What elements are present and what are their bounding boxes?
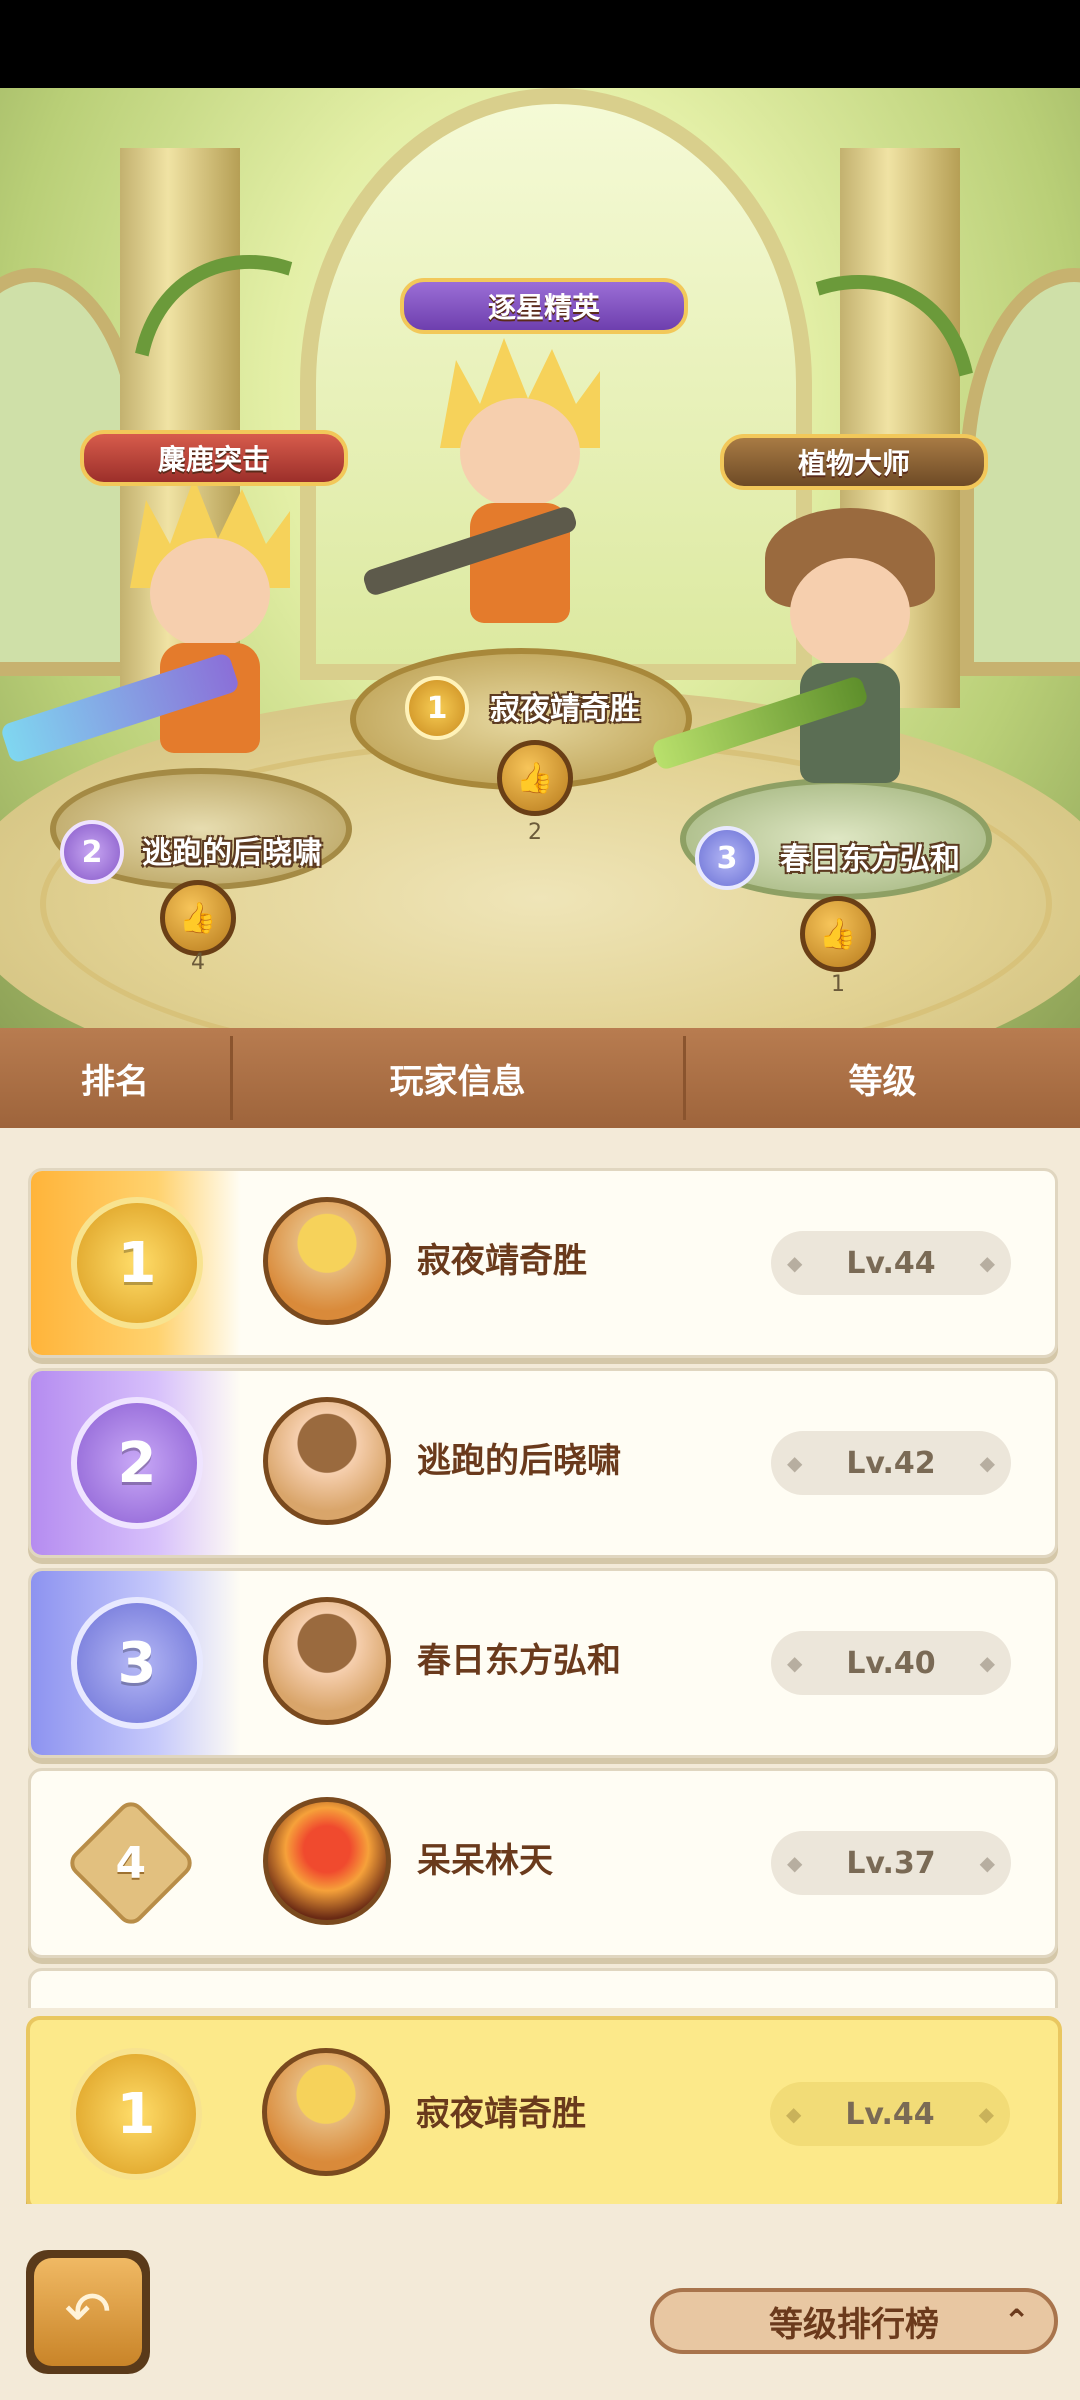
podium-rank-medal-third: 3: [695, 826, 759, 890]
back-button[interactable]: ↶: [26, 2250, 150, 2374]
player-name: 寂夜靖奇胜: [416, 2094, 586, 2134]
rank-number: 3: [716, 840, 738, 876]
diamond-icon: ◆: [787, 1651, 803, 1675]
level-pill: ◆ Lv.42 ◆: [771, 1431, 1011, 1495]
list-item[interactable]: 1 寂夜靖奇胜 ◆ Lv.44 ◆: [28, 1168, 1058, 1358]
thumbs-up-icon: 👍: [516, 760, 554, 796]
diamond-icon: ◆: [787, 1451, 803, 1475]
chevron-up-icon: ⌃: [1003, 2302, 1030, 2340]
list-item[interactable]: 4 呆呆林天 ◆ Lv.37 ◆: [28, 1768, 1058, 1958]
level-text: Lv.44: [845, 2096, 935, 2132]
avatar[interactable]: [263, 1397, 391, 1525]
like-button-first[interactable]: 👍: [497, 740, 573, 816]
ranking-header: 排名 玩家信息 等级: [0, 1028, 1080, 1128]
rank-number: 3: [117, 1630, 157, 1696]
level-text: Lv.44: [846, 1245, 936, 1281]
back-arrow-icon: ↶: [34, 2258, 142, 2366]
diamond-icon: ◆: [978, 2102, 994, 2126]
podium-name-second: 逃跑的后晓啸: [142, 836, 322, 871]
title-text: 植物大师: [797, 447, 910, 480]
player-name: 呆呆林天: [417, 1841, 553, 1881]
rank-number: 1: [116, 2081, 156, 2147]
like-button-third[interactable]: 👍: [800, 896, 876, 972]
rank-badge-gold: 1: [71, 1197, 203, 1329]
rank-number: 4: [115, 1837, 147, 1889]
list-item[interactable]: [28, 1968, 1058, 2008]
ranking-list[interactable]: 1 寂夜靖奇胜 ◆ Lv.44 ◆ 2 逃跑的后晓啸 ◆ Lv.42 ◆ 3 春…: [0, 1128, 1080, 2008]
status-bar: [0, 0, 1080, 88]
hero-second: [0, 478, 320, 798]
like-count-first: 2: [528, 820, 542, 845]
like-button-second[interactable]: 👍: [160, 880, 236, 956]
level-text: Lv.37: [846, 1845, 936, 1881]
podium-rank-medal-second: 2: [60, 820, 124, 884]
rank-number: 2: [81, 834, 103, 870]
avatar[interactable]: [263, 1597, 391, 1725]
rank-diamond-icon: 4: [64, 1796, 198, 1930]
board-label: 等级排行榜: [769, 2304, 939, 2345]
title-banner-second: 麋鹿突击: [80, 430, 348, 486]
podium-name-first: 寂夜靖奇胜: [490, 692, 640, 727]
thumbs-up-icon: 👍: [179, 900, 217, 936]
rank-badge-gold: 1: [70, 2048, 202, 2180]
my-rank-row[interactable]: 1 寂夜靖奇胜 ◆ Lv.44 ◆: [26, 2016, 1062, 2212]
hero-first: [361, 338, 640, 678]
title-text: 逐星精英: [487, 291, 600, 324]
rank-badge-blue: 3: [71, 1597, 203, 1729]
header-divider: [683, 1036, 686, 1120]
thumbs-up-icon: 👍: [819, 916, 857, 952]
header-divider: [230, 1036, 233, 1120]
podium-name-third: 春日东方弘和: [780, 842, 960, 877]
player-name: 春日东方弘和: [417, 1641, 621, 1681]
avatar[interactable]: [263, 1197, 391, 1325]
diamond-icon: ◆: [787, 1851, 803, 1875]
level-pill: ◆ Lv.44 ◆: [770, 2082, 1010, 2146]
hero-head: [790, 558, 910, 668]
hero-head: [460, 398, 580, 508]
player-name: 寂夜靖奇胜: [417, 1241, 587, 1281]
rank-number: 2: [117, 1430, 157, 1496]
rank-number: 1: [426, 690, 448, 726]
podium-rank-medal-first: 1: [405, 676, 469, 740]
diamond-icon: ◆: [786, 2102, 802, 2126]
list-item[interactable]: 2 逃跑的后晓啸 ◆ Lv.42 ◆: [28, 1368, 1058, 1558]
header-player-info: 玩家信息: [389, 1061, 526, 1102]
rank-number: 1: [117, 1230, 157, 1296]
rank-badge-purple: 2: [71, 1397, 203, 1529]
avatar[interactable]: [262, 2048, 390, 2176]
level-pill: ◆ Lv.37 ◆: [771, 1831, 1011, 1895]
podium-stage: 逐星精英 麋鹿突击 植物大师 1 寂夜靖奇胜 2 逃跑的后晓啸 3 春日东方弘和…: [0, 88, 1080, 1028]
avatar[interactable]: [263, 1797, 391, 1925]
level-pill: ◆ Lv.44 ◆: [771, 1231, 1011, 1295]
diamond-icon: ◆: [979, 1851, 995, 1875]
level-text: Lv.40: [846, 1645, 936, 1681]
header-rank: 排名: [81, 1061, 149, 1102]
hero-head: [150, 538, 270, 648]
title-banner-third: 植物大师: [720, 434, 988, 490]
level-pill: ◆ Lv.40 ◆: [771, 1631, 1011, 1695]
diamond-icon: ◆: [787, 1251, 803, 1275]
rank-badge-diamond: 4: [61, 1793, 201, 1933]
list-item[interactable]: 3 春日东方弘和 ◆ Lv.40 ◆: [28, 1568, 1058, 1758]
leaderboard-selector-button[interactable]: 等级排行榜 ⌃: [650, 2288, 1058, 2354]
player-name: 逃跑的后晓啸: [417, 1441, 621, 1481]
hero-third: [650, 508, 960, 828]
level-text: Lv.42: [846, 1445, 936, 1481]
diamond-icon: ◆: [979, 1251, 995, 1275]
like-count-third: 1: [831, 972, 845, 997]
title-banner-first: 逐星精英: [400, 278, 688, 334]
diamond-icon: ◆: [979, 1451, 995, 1475]
title-text: 麋鹿突击: [157, 443, 270, 476]
diamond-icon: ◆: [979, 1651, 995, 1675]
like-count-second: 4: [191, 950, 205, 975]
header-level: 等级: [848, 1061, 917, 1102]
